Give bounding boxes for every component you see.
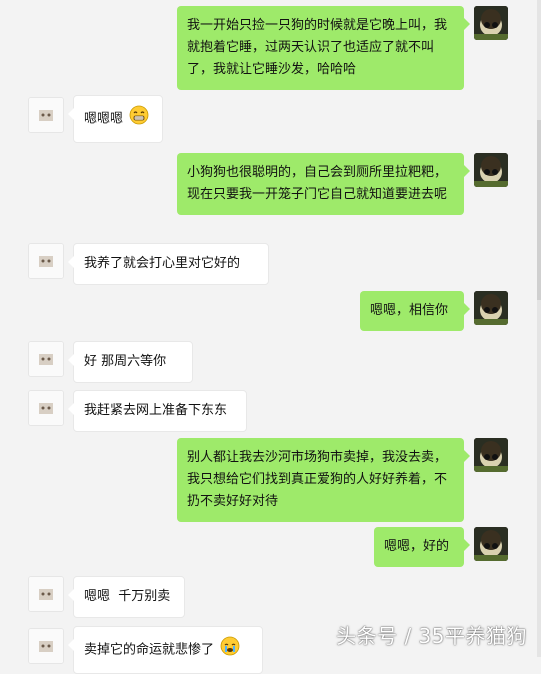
crying-emoji-icon bbox=[220, 636, 240, 664]
avatar-image bbox=[29, 391, 63, 425]
message-text: 嗯嗯，好的 bbox=[384, 539, 450, 554]
message-bubble-mine[interactable]: 小狗狗也很聪明的，自己会到厕所里拉粑粑，现在只要我一开笼子门它自己就知道要进去呢 bbox=[177, 153, 470, 215]
my-avatar[interactable] bbox=[474, 291, 508, 325]
avatar-image bbox=[474, 153, 508, 187]
message-bubble-other[interactable]: 嗯嗯 千万别卖 bbox=[68, 576, 185, 618]
message-bubble-mine[interactable]: 嗯嗯，好的 bbox=[374, 527, 470, 567]
message-bubble-other[interactable]: 我赶紧去网上准备下东东 bbox=[68, 390, 247, 432]
contact-avatar[interactable] bbox=[28, 628, 64, 664]
message-bubble-other[interactable]: 嗯嗯嗯 bbox=[68, 95, 163, 143]
contact-avatar[interactable] bbox=[28, 390, 64, 426]
message-bubble-other[interactable]: 卖掉它的命运就悲惨了 bbox=[68, 626, 263, 674]
message-text: 别人都让我去沙河市场狗市卖掉，我没去卖，我只想给它们找到真正爱狗的人好好养着，不… bbox=[187, 450, 448, 509]
grin-emoji-icon bbox=[129, 105, 149, 133]
avatar-image bbox=[29, 342, 63, 376]
message-text: 小狗狗也很聪明的，自己会到厕所里拉粑粑，现在只要我一开笼子门它自己就知道要进去呢 bbox=[187, 165, 448, 202]
my-avatar[interactable] bbox=[474, 527, 508, 561]
my-avatar[interactable] bbox=[474, 6, 508, 40]
avatar-image bbox=[29, 98, 63, 132]
message-text: 我赶紧去网上准备下东东 bbox=[84, 403, 228, 418]
contact-avatar[interactable] bbox=[28, 576, 64, 612]
message-text: 嗯嗯，相信你 bbox=[370, 303, 449, 318]
message-text: 卖掉它的命运就悲惨了 bbox=[84, 642, 215, 658]
scrollbar-track[interactable] bbox=[537, 0, 541, 657]
contact-avatar[interactable] bbox=[28, 243, 64, 279]
my-avatar[interactable] bbox=[474, 153, 508, 187]
message-bubble-mine[interactable]: 嗯嗯，相信你 bbox=[360, 291, 470, 331]
watermark: 头条号 / 35平养猫狗 bbox=[336, 624, 527, 648]
contact-avatar[interactable] bbox=[28, 97, 64, 133]
avatar-image bbox=[474, 527, 508, 561]
message-bubble-other[interactable]: 我养了就会打心里对它好的 bbox=[68, 243, 269, 285]
avatar-image bbox=[474, 291, 508, 325]
message-bubble-mine[interactable]: 别人都让我去沙河市场狗市卖掉，我没去卖，我只想给它们找到真正爱狗的人好好养着，不… bbox=[177, 438, 470, 522]
avatar-image bbox=[29, 629, 63, 663]
message-text: 嗯嗯 千万别卖 bbox=[84, 589, 171, 604]
avatar-image bbox=[29, 577, 63, 611]
chat-window: 我一开始只捡一只狗的时候就是它晚上叫，我就抱着它睡，过两天认识了也适应了就不叫了… bbox=[0, 0, 541, 674]
message-text: 好 那周六等你 bbox=[84, 354, 167, 369]
message-bubble-other[interactable]: 好 那周六等你 bbox=[68, 341, 193, 383]
scrollbar-thumb[interactable] bbox=[537, 120, 541, 300]
message-bubble-mine[interactable]: 我一开始只捡一只狗的时候就是它晚上叫，我就抱着它睡，过两天认识了也适应了就不叫了… bbox=[177, 6, 470, 90]
message-text: 我养了就会打心里对它好的 bbox=[84, 256, 241, 271]
avatar-image bbox=[474, 6, 508, 40]
my-avatar[interactable] bbox=[474, 438, 508, 472]
avatar-image bbox=[29, 244, 63, 278]
message-text: 嗯嗯嗯 bbox=[84, 111, 124, 127]
contact-avatar[interactable] bbox=[28, 341, 64, 377]
avatar-image bbox=[474, 438, 508, 472]
message-text: 我一开始只捡一只狗的时候就是它晚上叫，我就抱着它睡，过两天认识了也适应了就不叫了… bbox=[187, 18, 448, 77]
